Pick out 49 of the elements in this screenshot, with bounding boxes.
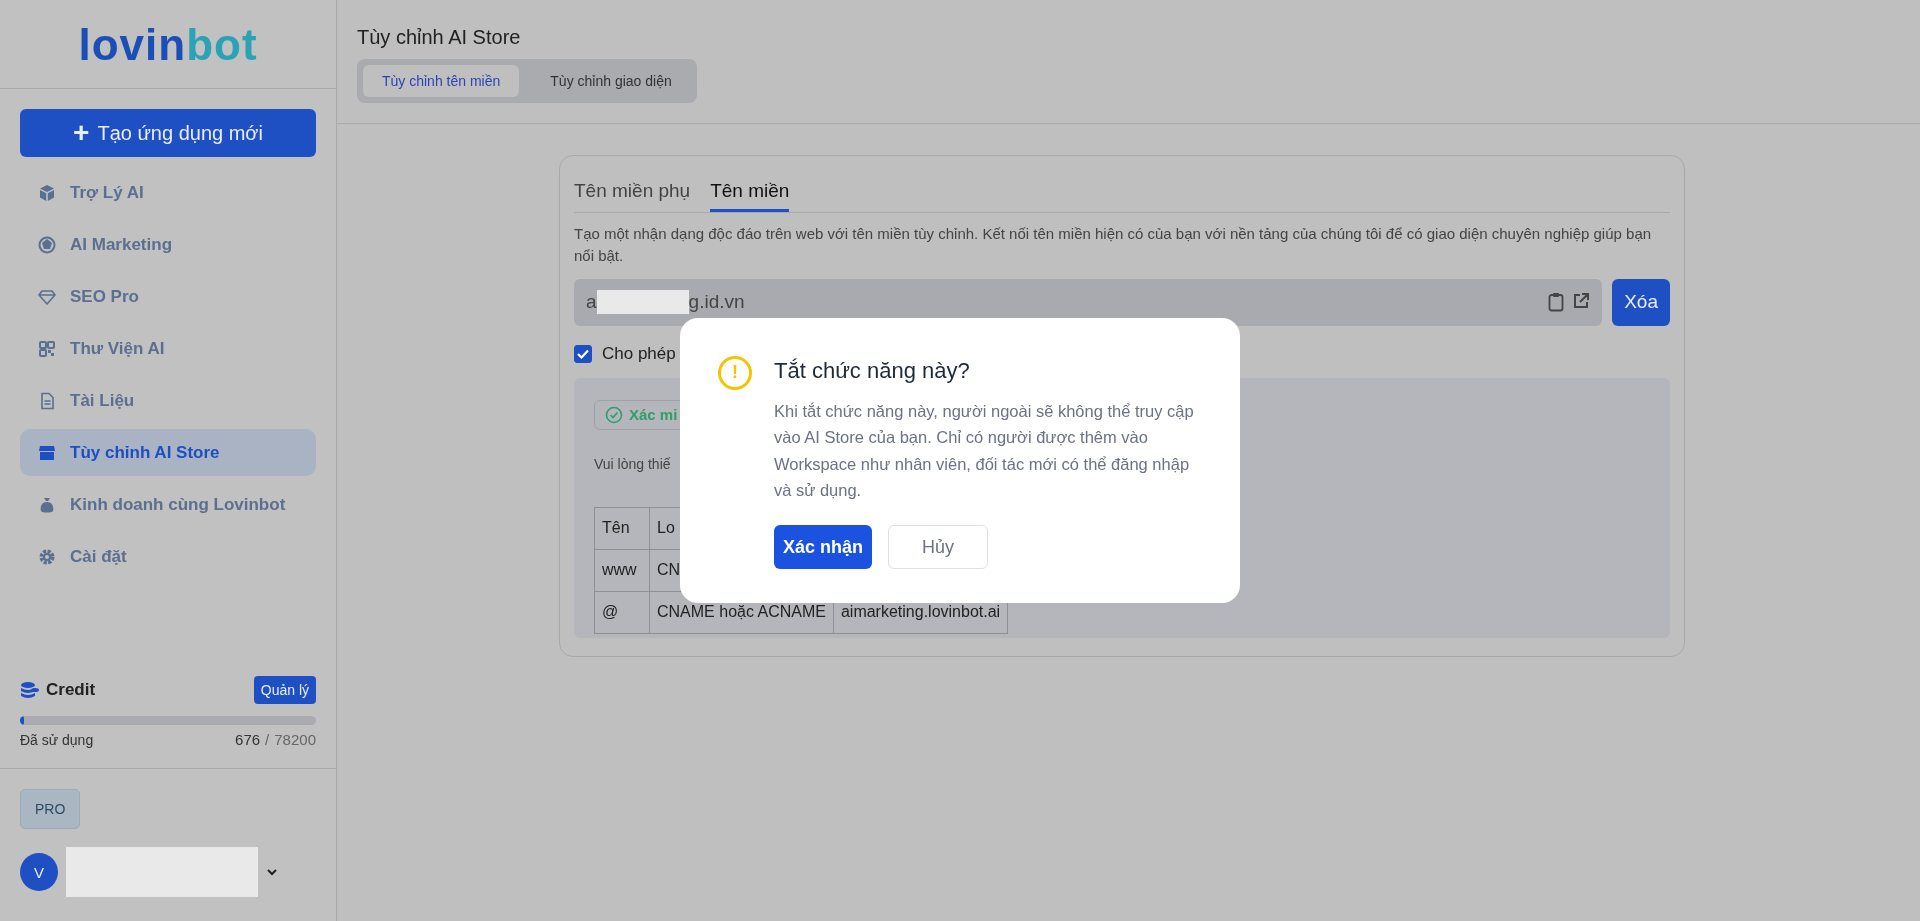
- used-count: 676: [235, 731, 261, 748]
- instruction-text: Vui lòng thiế: [594, 455, 671, 472]
- domain-field[interactable]: a g.id.vn: [574, 278, 1603, 326]
- separator: /: [265, 731, 270, 748]
- page-title: Tùy chỉnh AI Store: [357, 26, 522, 49]
- manage-button[interactable]: Quản lý: [253, 676, 316, 704]
- tab[interactable]: Tên miền: [710, 172, 790, 212]
- logo: lovinbot: [78, 19, 258, 70]
- money-bag-icon: [38, 495, 56, 514]
- dialog-title: Tắt chức năng này?: [774, 357, 971, 384]
- checkbox-label: Cho phép: [602, 343, 676, 364]
- grid-icon: [38, 339, 56, 358]
- sidebar-item[interactable]: Trợ Lý AI: [20, 169, 316, 216]
- tab[interactable]: Tùy chỉnh tên miền: [363, 65, 520, 97]
- sidebar-item[interactable]: Tùy chỉnh AI Store: [20, 429, 316, 476]
- sidebar-item[interactable]: Kinh doanh cùng Lovinbot: [20, 481, 316, 528]
- table-cell: @: [594, 591, 650, 633]
- table-header: Tên: [594, 507, 650, 549]
- clipboard-icon[interactable]: [1548, 292, 1565, 312]
- sidebar-item[interactable]: SEO Pro: [20, 273, 316, 320]
- delete-button[interactable]: Xóa: [1612, 278, 1670, 326]
- sidebar-item[interactable]: Thư Viện AI: [20, 325, 316, 372]
- dialog-message: Khi tắt chức năng này, người ngoài sẽ không thể truy cập vào AI Store của bạn. Chỉ có người được thêm vào Workspace như nhân viên, đối tác mới có thể đăng nhập và sử dụng.: [774, 400, 1195, 501]
- coins-icon: [20, 681, 40, 699]
- chevron-down-icon[interactable]: [266, 868, 278, 876]
- ball-icon: [38, 235, 56, 254]
- sidebar-item[interactable]: Tài Liệu: [20, 377, 316, 424]
- credit-title: Credit: [46, 680, 96, 700]
- used-label: Đã sử dụng: [20, 731, 94, 748]
- total-count: 78200: [274, 731, 316, 748]
- plan-badge: PRO: [20, 789, 81, 829]
- tab[interactable]: Tên miền phụ: [574, 172, 691, 212]
- description: Tạo một nhận dạng độc đáo trên web với tên miền tùy chỉnh. Kết nối tên miền hiện có của bạn với nền tảng của chúng tôi để có giao diện chuyên nghiệp giúp bạn nổi bật.: [574, 224, 1653, 266]
- diamond-icon: [38, 287, 56, 306]
- checkbox[interactable]: [574, 344, 592, 363]
- document-icon: [38, 391, 56, 410]
- sidebar-item[interactable]: Cài đặt: [20, 533, 316, 580]
- store-icon: [38, 443, 56, 462]
- settings-icon: [38, 547, 56, 566]
- table-cell: www: [594, 549, 650, 591]
- cancel-button[interactable]: Hủy: [888, 525, 989, 570]
- warning-icon: !: [718, 355, 752, 390]
- external-link-icon[interactable]: [1572, 292, 1591, 310]
- sidebar-item[interactable]: AI Marketing: [20, 221, 316, 268]
- avatar[interactable]: V: [20, 853, 58, 891]
- create-app-button[interactable]: + Tạo ứng dụng mới: [20, 109, 316, 157]
- tab[interactable]: Tùy chỉnh giao diện: [531, 65, 691, 97]
- confirm-button[interactable]: Xác nhận: [774, 525, 873, 570]
- cube-icon: [38, 183, 56, 202]
